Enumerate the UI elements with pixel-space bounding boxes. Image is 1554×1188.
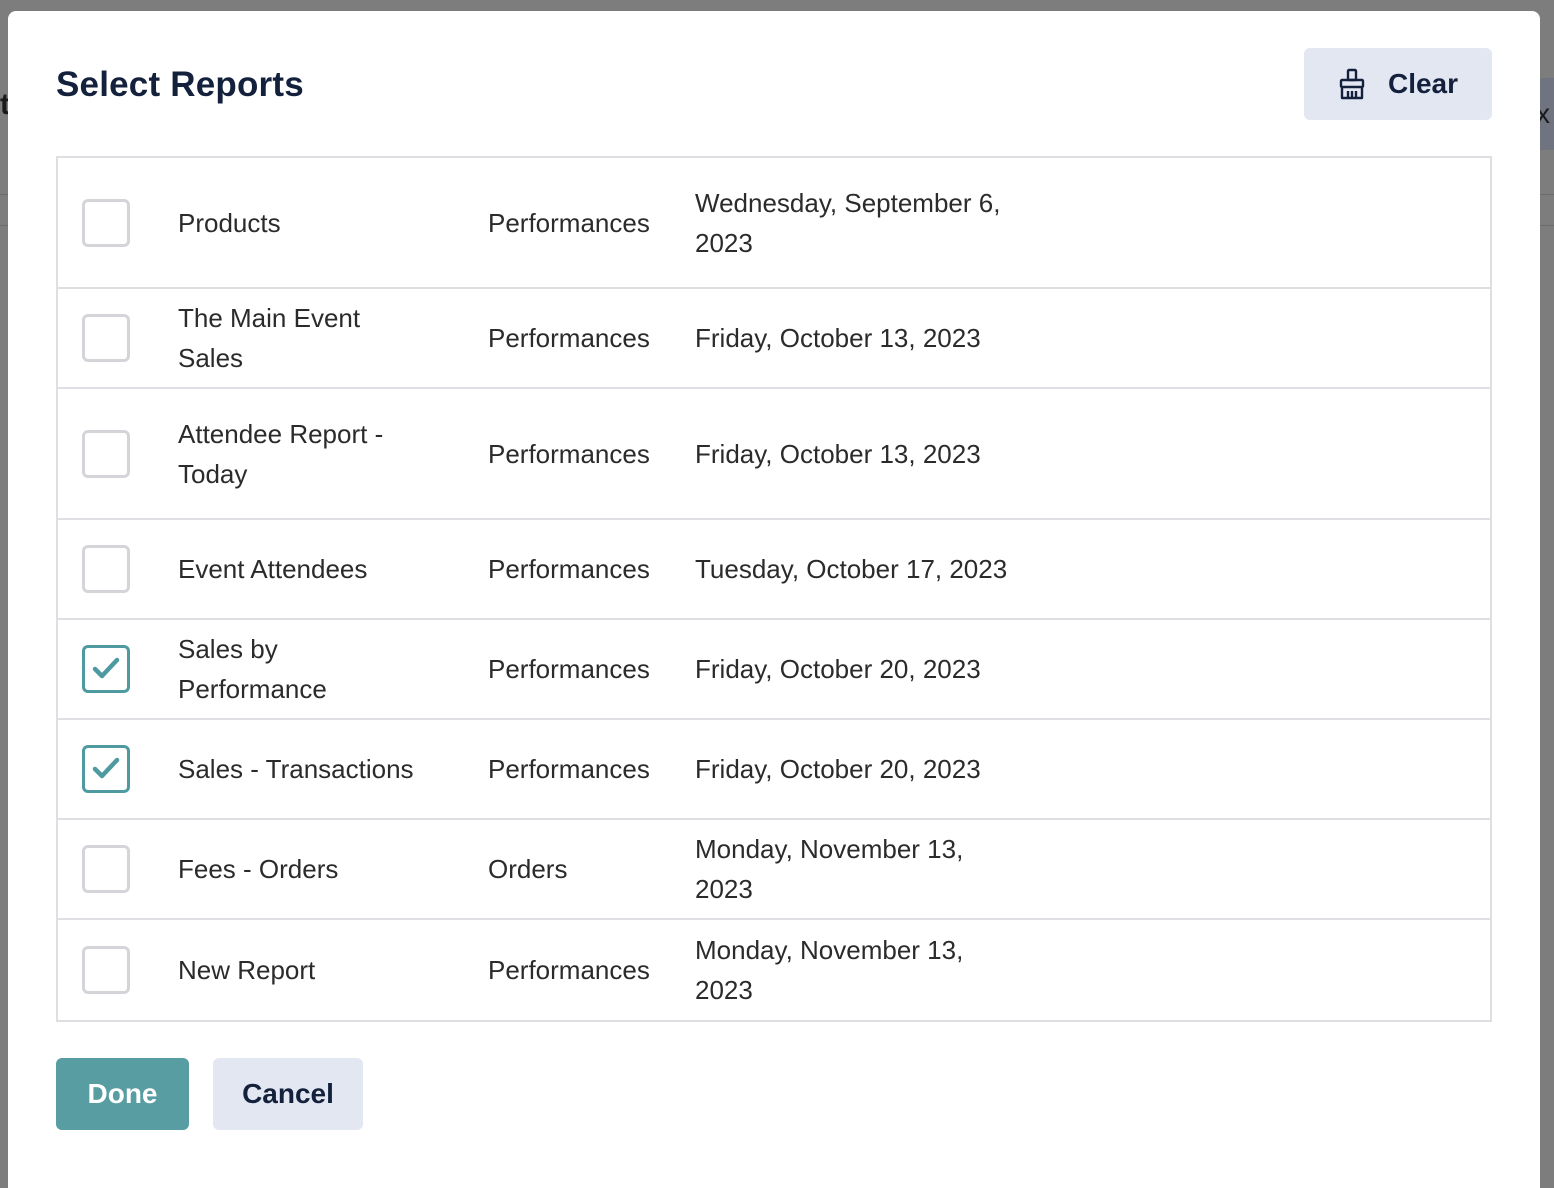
report-row[interactable]: Event Attendees Performances Tuesday, Octo… bbox=[58, 520, 1490, 620]
report-checkbox[interactable] bbox=[82, 645, 130, 693]
report-name: Products bbox=[178, 207, 281, 238]
checkmark-icon bbox=[92, 757, 120, 779]
report-row[interactable]: Sales by Performance Performances Friday, … bbox=[58, 620, 1490, 720]
report-name: New Report bbox=[178, 955, 316, 985]
report-name: Sales by Performance bbox=[178, 634, 327, 704]
report-checkbox[interactable] bbox=[82, 545, 130, 593]
report-type: Performances bbox=[488, 955, 650, 985]
report-checkbox[interactable] bbox=[82, 314, 130, 362]
report-type: Performances bbox=[488, 554, 650, 584]
report-row[interactable]: Attendee Report - Today Performances Frida… bbox=[58, 389, 1490, 520]
report-checkbox[interactable] bbox=[82, 946, 130, 994]
done-button[interactable]: Done bbox=[56, 1058, 189, 1130]
report-date: Friday, October 13, 2023 bbox=[695, 323, 981, 353]
report-type: Performances bbox=[488, 207, 650, 238]
report-row[interactable]: New Report Performances Monday, November 1… bbox=[58, 920, 1490, 1020]
report-type: Performances bbox=[488, 654, 650, 684]
clear-button-label: Clear bbox=[1387, 68, 1459, 99]
checkmark-icon bbox=[92, 657, 120, 679]
report-date: Tuesday, October 17, 2023 bbox=[695, 554, 1008, 584]
report-name: The Main Event Sales bbox=[178, 303, 361, 373]
report-date: Wednesday, September 6, 2023 bbox=[695, 187, 1001, 258]
report-type: Orders bbox=[488, 854, 568, 884]
report-date: Monday, November 13, 2023 bbox=[695, 935, 964, 1005]
report-checkbox[interactable] bbox=[82, 745, 130, 793]
report-row[interactable]: Products Performances Wednesday, September… bbox=[58, 158, 1490, 289]
report-date: Friday, October 20, 2023 bbox=[695, 654, 981, 684]
broom-icon bbox=[1339, 68, 1365, 100]
modal-title: Select Reports bbox=[56, 65, 304, 104]
report-date: Monday, November 13, 2023 bbox=[695, 834, 964, 904]
reports-table: Products Performances Wednesday, September… bbox=[56, 156, 1492, 1022]
report-name: Sales - Transactions bbox=[178, 754, 414, 784]
select-reports-modal: Select Reports Clear Products Performance… bbox=[8, 11, 1540, 1188]
report-checkbox[interactable] bbox=[82, 429, 130, 478]
report-name: Event Attendees bbox=[178, 554, 368, 584]
report-date: Friday, October 13, 2023 bbox=[695, 438, 981, 469]
report-checkbox[interactable] bbox=[82, 845, 130, 893]
report-type: Performances bbox=[488, 323, 650, 353]
cancel-button[interactable]: Cancel bbox=[213, 1058, 363, 1130]
report-date: Friday, October 20, 2023 bbox=[695, 754, 981, 784]
report-name: Attendee Report - Today bbox=[178, 418, 384, 489]
report-row[interactable]: Fees - Orders Orders Monday, November 13, … bbox=[58, 820, 1490, 920]
report-row[interactable]: The Main Event Sales Performances Friday, … bbox=[58, 289, 1490, 389]
clear-button[interactable]: Clear bbox=[1304, 48, 1492, 120]
report-type: Performances bbox=[488, 754, 650, 784]
report-name: Fees - Orders bbox=[178, 854, 339, 884]
report-type: Performances bbox=[488, 438, 650, 469]
report-checkbox[interactable] bbox=[82, 198, 130, 247]
report-row[interactable]: Sales - Transactions Performances Friday, … bbox=[58, 720, 1490, 820]
